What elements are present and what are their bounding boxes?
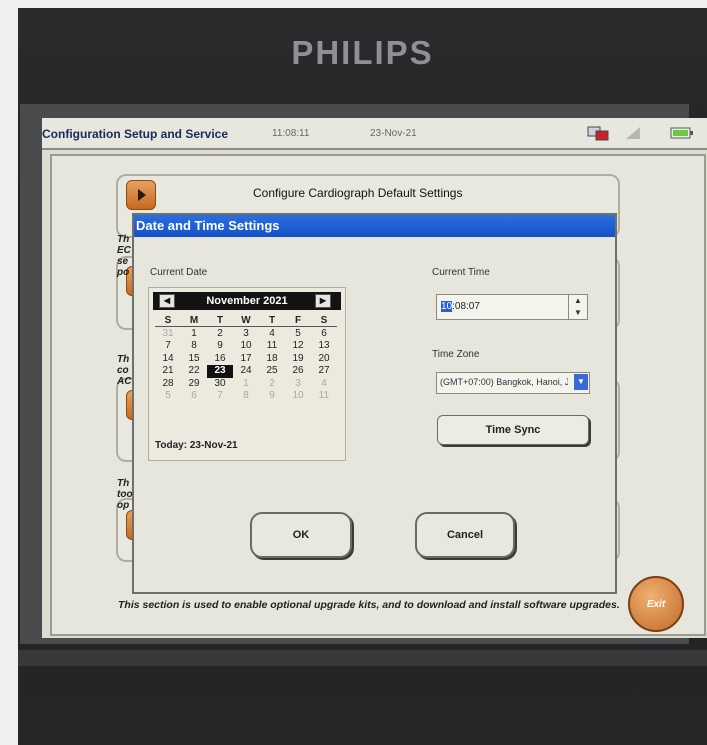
calendar-day[interactable]: 19 [285,353,311,366]
spin-down-icon[interactable]: ▼ [569,307,587,319]
calendar-day[interactable]: 13 [311,340,337,353]
calendar-day[interactable]: 6 [181,390,207,403]
calendar-day[interactable]: 20 [311,353,337,366]
side-text-block-3: Th too op [117,478,133,511]
prev-month-icon[interactable]: ◀ [159,294,175,308]
calendar-week-row: 7 8 9 10 11 12 13 [155,340,337,353]
calendar-day-selected[interactable]: 23 [207,365,233,378]
calendar-day[interactable]: 1 [181,328,207,341]
calendar-divider [155,326,337,327]
calendar-day[interactable]: 8 [233,390,259,403]
time-sync-button[interactable]: Time Sync [437,415,589,445]
calendar-day[interactable]: 8 [181,340,207,353]
status-time: 11:08:11 [272,128,310,139]
calendar-day[interactable]: 21 [155,365,181,378]
calendar-day[interactable]: 22 [181,365,207,378]
time-input[interactable]: 10:08:07 ▲ ▼ [436,294,588,320]
calendar-day[interactable]: 9 [259,390,285,403]
battery-icon [670,125,694,144]
calendar: ◀ November 2021 ▶ S M T W T F S 31 1 2 3 4 5 6 7 8 9 10 11… [148,287,346,461]
time-spinner[interactable]: ▲ ▼ [568,295,587,319]
calendar-day[interactable]: 15 [181,353,207,366]
calendar-day[interactable]: 7 [155,340,181,353]
brand-logo: PHILIPS [291,34,434,71]
calendar-day[interactable]: 10 [233,340,259,353]
chevron-down-icon[interactable]: ▼ [574,374,588,390]
signal-icon [624,125,642,144]
calendar-day[interactable]: 24 [233,365,259,378]
calendar-day[interactable]: 9 [207,340,233,353]
calendar-day[interactable]: 16 [207,353,233,366]
time-zone-label: Time Zone [432,349,480,360]
calendar-day[interactable]: 3 [233,328,259,341]
time-hour: 10 [441,301,453,312]
calendar-day[interactable]: 17 [233,353,259,366]
date-time-dialog: Date and Time Settings Current Date ◀ No… [132,213,617,594]
calendar-day[interactable]: 4 [259,328,285,341]
cancel-button[interactable]: Cancel [415,512,515,558]
calendar-day[interactable]: 29 [181,378,207,391]
status-bar: Configuration Setup and Service 11:08:11… [42,118,707,150]
calendar-day[interactable]: 28 [155,378,181,391]
next-month-icon[interactable]: ▶ [315,294,331,308]
network-icon [587,125,609,144]
current-time-label: Current Time [432,267,490,278]
dialog-title: Date and Time Settings [136,218,280,233]
side-text-block-2: Th co AC [117,354,132,387]
calendar-day[interactable]: 11 [259,340,285,353]
status-date: 23-Nov-21 [370,128,417,139]
calendar-day[interactable]: 7 [207,390,233,403]
current-date-label: Current Date [150,267,208,278]
calendar-day[interactable]: 4 [311,378,337,391]
calendar-day[interactable]: 11 [311,390,337,403]
calendar-day[interactable]: 14 [155,353,181,366]
calendar-week-row: 21 22 23 24 25 26 27 [155,365,337,378]
calendar-day[interactable]: 26 [285,365,311,378]
time-zone-value: (GMT+07:00) Bangkok, Hanoi, Jakarta [440,377,568,387]
calendar-day[interactable]: 27 [311,365,337,378]
calendar-today[interactable]: Today: 23-Nov-21 [155,440,238,451]
spin-up-icon[interactable]: ▲ [569,295,587,307]
calendar-day[interactable]: 3 [285,378,311,391]
calendar-week-row: 28 29 30 1 2 3 4 [155,378,337,391]
calendar-day[interactable]: 25 [259,365,285,378]
calendar-day[interactable]: 2 [207,328,233,341]
calendar-day[interactable]: 6 [311,328,337,341]
section-description: This section is used to enable optional … [118,599,620,611]
calendar-day[interactable]: 12 [285,340,311,353]
app-title: Configuration Setup and Service [42,127,229,141]
time-zone-select[interactable]: (GMT+07:00) Bangkok, Hanoi, Jakarta ▼ [436,372,590,394]
calendar-day[interactable]: 31 [155,328,181,341]
section-title: Configure Cardiograph Default Settings [253,186,463,200]
calendar-header: ◀ November 2021 ▶ [153,292,341,310]
calendar-day[interactable]: 10 [285,390,311,403]
ok-button[interactable]: OK [250,512,352,558]
time-rest: :08:07 [452,301,480,312]
bottom-bezel [18,650,707,666]
exit-button[interactable]: Exit [628,576,684,632]
calendar-day[interactable]: 5 [285,328,311,341]
calendar-day[interactable]: 5 [155,390,181,403]
section-expand-button[interactable] [126,180,156,210]
calendar-month: November 2021 [206,295,288,307]
side-text-block-1: Th EC se po [117,234,131,278]
calendar-week-row: 5 6 7 8 9 10 11 [155,390,337,403]
calendar-grid: S M T W T F S 31 1 2 3 4 5 6 7 8 9 10 11 12 13 14 15 16 17 18 19 20… [155,315,337,403]
calendar-day[interactable]: 2 [259,378,285,391]
calendar-day[interactable]: 18 [259,353,285,366]
calendar-week-row: 31 1 2 3 4 5 6 [155,328,337,341]
calendar-day[interactable]: 30 [207,378,233,391]
calendar-week-row: 14 15 16 17 18 19 20 [155,353,337,366]
dialog-title-bar: Date and Time Settings [134,215,615,237]
calendar-day[interactable]: 1 [233,378,259,391]
